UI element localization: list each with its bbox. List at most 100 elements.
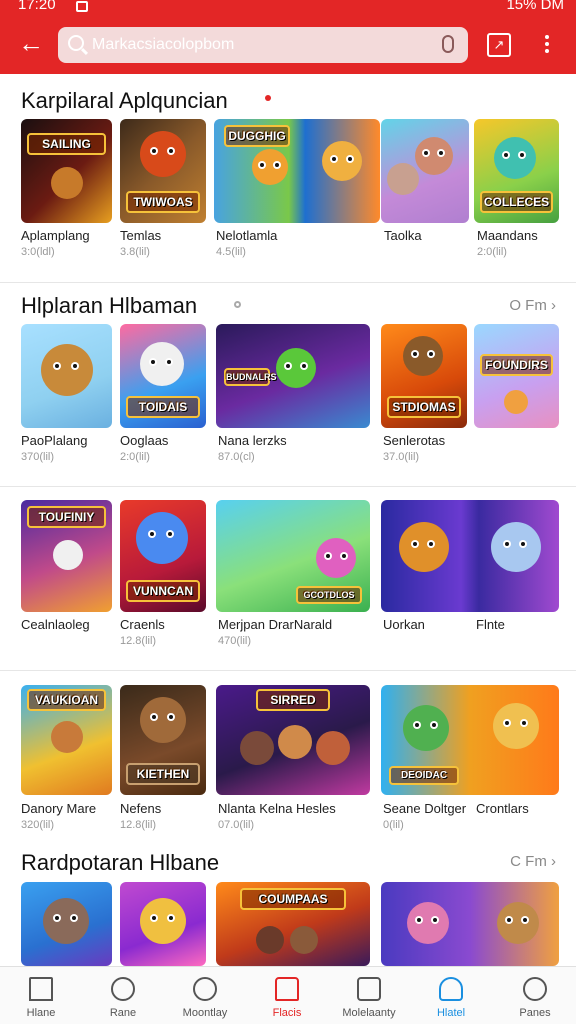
info-dot-icon <box>234 301 241 308</box>
new-dot-icon <box>265 95 271 101</box>
app-icon[interactable] <box>120 882 206 966</box>
mic-icon[interactable] <box>442 35 454 53</box>
app-name: Nlanta Kelna Hesles <box>218 801 336 816</box>
search-icon <box>111 977 135 1001</box>
app-icon[interactable]: COUMPAAS <box>216 882 370 966</box>
app-bar: 17:20 15% DM ← Markacsiacolopbom ↗ <box>0 0 576 74</box>
search-input[interactable]: Markacsiacolopbom <box>92 36 234 54</box>
app-icon[interactable]: DUGGHIG <box>214 119 380 223</box>
nav-label: Hlatel <box>436 1007 466 1019</box>
app-icon[interactable]: GCOTDLOS <box>216 500 370 612</box>
app-size: 2:0(lil) <box>120 451 150 463</box>
back-arrow-icon[interactable]: ← <box>18 30 44 56</box>
app-size: 87.0(cl) <box>218 451 255 463</box>
app-name: PaoPlalang <box>21 433 88 448</box>
nav-search[interactable]: Rane <box>82 967 164 1024</box>
app-name: Temlas <box>120 228 162 243</box>
more-link[interactable]: O Fm › <box>509 297 556 314</box>
app-icon[interactable]: COLLECES <box>474 119 559 223</box>
divider <box>0 486 576 487</box>
app-icon[interactable] <box>21 324 112 428</box>
app-icon[interactable]: VUNNCAN <box>120 500 206 612</box>
app-icon[interactable]: TWIWOAS <box>120 119 206 223</box>
app-icon[interactable] <box>381 500 559 612</box>
app-name: Senlerotas <box>383 433 446 448</box>
app-icon[interactable]: BUDNALRS <box>216 324 370 428</box>
more-link[interactable]: C Fm › <box>510 853 556 870</box>
app-icon[interactable]: DEOIDAC <box>381 685 559 795</box>
inbox-icon <box>357 977 381 1001</box>
location-icon <box>439 977 463 1001</box>
bottom-navigation: Hlane Rane Moontlay Flacis Molelaanty Hl… <box>0 966 576 1024</box>
section-title: Rardpotaran Hlbane <box>21 850 220 875</box>
nav-panes[interactable]: Panes <box>494 967 576 1024</box>
app-icon[interactable]: STDIOMAS <box>381 324 467 428</box>
chevron-right-icon: › <box>551 853 556 870</box>
app-name: Danory Mare <box>21 801 97 816</box>
app-icon[interactable]: SIRRED <box>216 685 370 795</box>
status-right: 15% DM <box>506 0 564 13</box>
app-icon[interactable]: FOUNDIRS <box>474 324 559 428</box>
app-icon[interactable]: VAUKIOAN <box>21 685 112 795</box>
app-name: Nana lerzks <box>218 433 287 448</box>
profile-icon <box>523 977 547 1001</box>
status-time: 17:20 <box>18 0 56 13</box>
nav-label: Moontlay <box>182 1007 228 1019</box>
app-name: Merjpan DrarNarald <box>218 617 333 632</box>
notification-icon <box>76 1 88 12</box>
divider <box>0 670 576 671</box>
app-size: 3.8(lil) <box>120 246 150 258</box>
nav-places[interactable]: Flacis <box>246 967 328 1024</box>
app-size: 470(lil) <box>218 635 252 647</box>
app-name: Nelotlamla <box>216 228 278 243</box>
home-icon <box>29 977 53 1001</box>
app-size: 370(lil) <box>21 451 55 463</box>
app-icon[interactable] <box>381 119 469 223</box>
app-name: Nefens <box>120 801 162 816</box>
more-label: O Fm <box>509 297 547 314</box>
status-bar: 17:20 15% DM <box>0 0 576 16</box>
app-size: 07.0(lil) <box>218 819 255 831</box>
games-icon <box>193 977 217 1001</box>
more-label: C Fm <box>510 853 547 870</box>
app-icon[interactable]: KIETHEN <box>120 685 206 795</box>
app-name: Crontlars <box>476 801 529 816</box>
app-size: 3:0(ldl) <box>21 246 55 258</box>
nav-label: Flacis <box>272 1007 302 1019</box>
app-name: Aplamplang <box>21 228 90 243</box>
app-icon[interactable]: TOIDAIS <box>120 324 206 428</box>
nav-moleanty[interactable]: Molelaanty <box>328 967 410 1024</box>
search-bar[interactable]: Markacsiacolopbom <box>58 27 468 63</box>
nav-hlatel[interactable]: Hlatel <box>410 967 492 1024</box>
app-name: Craenls <box>120 617 165 632</box>
app-size: 2:0(lil) <box>477 246 507 258</box>
nav-label: Molelaanty <box>342 1007 396 1019</box>
app-name: Seane Doltger <box>383 801 467 816</box>
app-name: Maandans <box>477 228 538 243</box>
app-size: 12.8(lil) <box>120 635 157 647</box>
nav-monthly[interactable]: Moontlay <box>164 967 246 1024</box>
nav-label: Panes <box>519 1007 551 1019</box>
app-icon[interactable] <box>21 882 112 966</box>
app-size: 4.5(lil) <box>216 246 246 258</box>
store-icon <box>275 977 299 1001</box>
app-size: 12.8(lil) <box>120 819 157 831</box>
app-name: Ooglaas <box>120 433 169 448</box>
app-name: Flnte <box>476 617 505 632</box>
section-title: Karpilaral Aplquncian <box>21 88 228 113</box>
section-title: Hlplaran Hlbaman <box>21 293 198 318</box>
app-icon[interactable]: TOUFINIY <box>21 500 112 612</box>
app-size: 37.0(lil) <box>383 451 420 463</box>
app-name: Uorkan <box>383 617 425 632</box>
app-icon[interactable] <box>381 882 559 966</box>
search-icon <box>68 35 84 51</box>
nav-home[interactable]: Hlane <box>0 967 82 1024</box>
share-icon[interactable]: ↗ <box>487 33 511 57</box>
divider <box>0 282 576 283</box>
app-icon[interactable]: SAILING <box>21 119 112 223</box>
overflow-menu-icon[interactable] <box>540 35 554 59</box>
app-name: Cealnlaoleg <box>21 617 90 632</box>
chevron-right-icon: › <box>551 297 556 314</box>
nav-label: Hlane <box>26 1007 56 1019</box>
app-name: Taolka <box>384 228 422 243</box>
